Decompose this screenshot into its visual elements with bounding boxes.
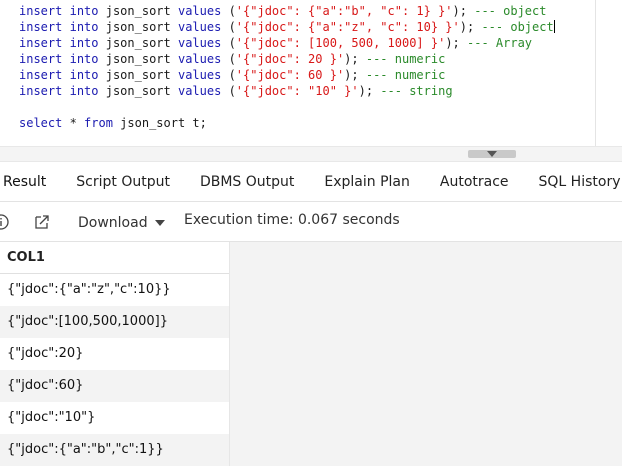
code-line[interactable]: insert into json_sort values ('{"jdoc": … [19, 67, 555, 83]
pane-splitter[interactable] [0, 146, 622, 162]
code-token: ( [221, 84, 236, 98]
code-token: ); [459, 20, 482, 34]
tab-result[interactable]: Result [0, 162, 61, 202]
code-token: json_sort [98, 4, 178, 18]
code-token: --- numeric [365, 68, 446, 82]
text-cursor [553, 20, 555, 33]
open-in-new-icon[interactable] [34, 214, 50, 230]
code-token: '{"jdoc": 60 }' [235, 68, 345, 82]
splitter-handle[interactable] [468, 150, 516, 158]
editor-gutter [0, 0, 6, 146]
result-toolbar: Download Execution time: 0.067 seconds [0, 202, 622, 242]
code-token: --- string [380, 84, 453, 98]
download-button[interactable]: Download [78, 213, 165, 233]
code-token: insert [19, 4, 63, 18]
table-row[interactable]: {"jdoc":{"a":"b","c":1}} [0, 434, 229, 466]
code-line[interactable]: insert into json_sort values ('{"jdoc": … [19, 83, 555, 99]
code-token: into [69, 4, 99, 18]
code-token: into [69, 52, 99, 66]
chevron-down-icon [487, 151, 497, 157]
code-line[interactable]: insert into json_sort values ('{"jdoc": … [19, 3, 555, 19]
code-token: ); [358, 84, 381, 98]
code-token: '{"jdoc": 20 }' [235, 52, 345, 66]
execution-time: Execution time: 0.067 seconds [184, 212, 400, 228]
table-row[interactable]: {"jdoc":20} [0, 338, 229, 370]
code-token: from [84, 116, 113, 130]
code-token: into [69, 20, 99, 34]
code-token: into [69, 68, 99, 82]
code-token: json_sort [98, 36, 178, 50]
tab-sql-history[interactable]: SQL History [524, 162, 622, 202]
code-token: values [177, 36, 222, 50]
code-area[interactable]: insert into json_sort values ('{"jdoc": … [19, 3, 555, 131]
code-line[interactable]: insert into json_sort values ('{"jdoc": … [19, 35, 555, 51]
table-row[interactable]: {"jdoc":60} [0, 370, 229, 402]
code-token: --- object [481, 20, 554, 34]
sql-editor[interactable]: insert into json_sort values ('{"jdoc": … [0, 0, 622, 146]
caret-down-icon [154, 220, 165, 226]
table-row[interactable]: {"jdoc":"10"} [0, 402, 229, 434]
tab-script-output[interactable]: Script Output [61, 162, 185, 202]
code-token: ); [344, 52, 366, 66]
code-token: json_sort [98, 20, 178, 34]
code-token: ( [221, 36, 236, 50]
code-token: ); [344, 68, 366, 82]
code-token: json_sort [98, 52, 178, 66]
code-token: insert [19, 52, 63, 66]
code-token: into [69, 84, 99, 98]
code-line[interactable]: insert into json_sort values ('{"jdoc": … [19, 51, 555, 67]
code-line[interactable]: select * from json_sort t; [19, 115, 555, 131]
code-token: * [62, 116, 85, 130]
code-token: insert [19, 36, 63, 50]
code-token: values [177, 68, 222, 82]
tab-dbms-output[interactable]: DBMS Output [185, 162, 309, 202]
result-grid: COL1 {"jdoc":{"a":"z","c":10}} {"jdoc":[… [0, 242, 622, 466]
editor-margin-line [595, 0, 596, 146]
code-token: --- Array [467, 36, 533, 50]
code-token: values [177, 4, 222, 18]
code-token: '{"jdoc": {"a":"z", "c": 10} }' [235, 20, 460, 34]
code-token: insert [19, 68, 63, 82]
code-token: values [177, 20, 222, 34]
code-token: into [69, 36, 99, 50]
code-token: --- object [474, 4, 547, 18]
download-label: Download [78, 215, 148, 231]
code-token: ); [452, 4, 475, 18]
tab-explain-plan[interactable]: Explain Plan [309, 162, 424, 202]
code-token: '{"jdoc": {"a":"b", "c": 1} }' [235, 4, 453, 18]
info-icon[interactable] [0, 214, 9, 230]
code-token: ); [445, 36, 467, 50]
output-tabs: Result Script Output DBMS Output Explain… [0, 162, 622, 202]
code-token: values [177, 84, 222, 98]
code-token: '{"jdoc": [100, 500, 1000] }' [235, 36, 446, 50]
code-token: '{"jdoc": "10" }' [235, 84, 359, 98]
code-token: json_sort [98, 84, 178, 98]
code-token: insert [19, 20, 63, 34]
code-token: select [19, 116, 63, 130]
code-token: json_sort t; [112, 116, 207, 130]
table-row[interactable]: {"jdoc":{"a":"z","c":10}} [0, 274, 229, 306]
code-token: ( [221, 68, 236, 82]
table-row[interactable]: {"jdoc":[100,500,1000]} [0, 306, 229, 338]
code-token: insert [19, 84, 63, 98]
code-token: values [177, 52, 222, 66]
code-token: --- numeric [365, 52, 446, 66]
code-token: json_sort [98, 68, 178, 82]
code-token: ( [221, 20, 236, 34]
code-token: ( [221, 52, 236, 66]
code-token: ( [221, 4, 236, 18]
column-header-col1[interactable]: COL1 [0, 242, 229, 274]
code-line[interactable] [19, 99, 555, 115]
grid-column-col1: COL1 {"jdoc":{"a":"z","c":10}} {"jdoc":[… [0, 242, 230, 466]
code-line[interactable]: insert into json_sort values ('{"jdoc": … [19, 19, 555, 35]
tab-autotrace[interactable]: Autotrace [425, 162, 524, 202]
